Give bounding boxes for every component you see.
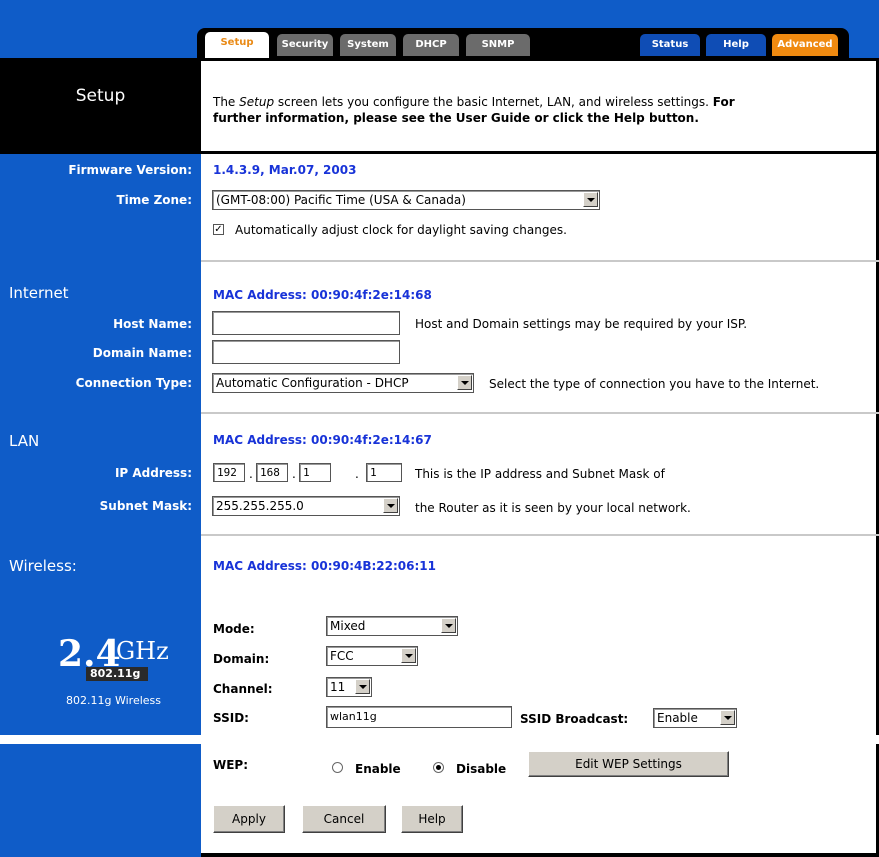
tab-dhcp[interactable]: DHCP xyxy=(403,34,459,56)
wireless-logo: 2.4 GHz 802.11g 802.11g Wireless xyxy=(58,634,188,707)
connection-type-select[interactable]: Automatic Configuration - DHCP xyxy=(212,373,474,393)
subnet-mask-value: 255.255.255.0 xyxy=(216,499,304,513)
wep-enable-label: Enable xyxy=(355,762,401,776)
dst-label: Automatically adjust clock for daylight … xyxy=(235,223,567,237)
wep-disable-radio[interactable] xyxy=(433,762,444,773)
host-note: Host and Domain settings may be required… xyxy=(415,317,748,331)
ssid-label: SSID: xyxy=(213,711,249,725)
channel-select[interactable]: 11 xyxy=(326,677,372,697)
ip-octet-1[interactable]: 192 xyxy=(213,463,245,482)
lan-mac: MAC Address: 00:90:4f:2e:14:67 xyxy=(213,433,432,447)
dst-checkbox[interactable]: ✓ xyxy=(213,224,224,235)
wep-disable-label: Disable xyxy=(456,762,507,776)
wep-label: WEP: xyxy=(213,758,249,772)
left-sidebar-bottom xyxy=(0,744,201,857)
domain-select[interactable]: FCC xyxy=(326,646,418,666)
timezone-value: (GMT-08:00) Pacific Time (USA & Canada) xyxy=(216,193,466,207)
connection-note: Select the type of connection you have t… xyxy=(489,377,820,391)
tab-status[interactable]: Status xyxy=(640,34,700,56)
gap-band xyxy=(0,735,879,744)
lan-section-title: LAN xyxy=(9,432,40,450)
ip-octet-4[interactable]: 1 xyxy=(366,463,402,482)
intro-bottom-line xyxy=(0,151,879,154)
firmware-value: 1.4.3.9, Mar.07, 2003 xyxy=(213,163,357,177)
chevron-down-icon xyxy=(383,498,398,513)
wep-enable-radio[interactable] xyxy=(332,762,343,773)
intro-pre: The xyxy=(213,95,240,109)
tab-snmp[interactable]: SNMP xyxy=(466,34,530,56)
logo-badge: 802.11g xyxy=(86,667,149,681)
internet-mac: MAC Address: 00:90:4f:2e:14:68 xyxy=(213,288,432,302)
tab-security[interactable]: Security xyxy=(277,34,333,56)
chevron-down-icon xyxy=(441,618,456,633)
ip-octet-3[interactable]: 1 xyxy=(299,463,331,482)
mode-select[interactable]: Mixed xyxy=(326,616,458,636)
mode-value: Mixed xyxy=(330,619,366,633)
chevron-down-icon xyxy=(720,710,735,725)
tab-system[interactable]: System xyxy=(340,34,396,56)
domain-value: FCC xyxy=(330,649,354,663)
apply-button[interactable]: Apply xyxy=(213,805,285,833)
help-button[interactable]: Help xyxy=(401,805,463,833)
ssid-broadcast-label: SSID Broadcast: xyxy=(520,712,629,726)
ip-dot: . xyxy=(292,467,296,481)
cancel-button[interactable]: Cancel xyxy=(302,805,386,833)
divider xyxy=(201,412,879,414)
mode-label: Mode: xyxy=(213,622,255,636)
page-title: Setup xyxy=(75,86,126,106)
channel-label: Channel: xyxy=(213,682,273,696)
timezone-label: Time Zone: xyxy=(116,193,192,207)
ip-note: This is the IP address and Subnet Mask o… xyxy=(415,467,665,481)
mask-note: the Router as it is seen by your local n… xyxy=(415,501,691,515)
chevron-down-icon xyxy=(457,375,472,390)
connection-type-label: Connection Type: xyxy=(75,376,192,390)
chevron-down-icon xyxy=(401,648,416,663)
chevron-down-icon xyxy=(355,679,370,694)
subnet-mask-select[interactable]: 255.255.255.0 xyxy=(212,496,400,516)
top-black-line xyxy=(201,58,879,61)
logo-ghz: GHz xyxy=(116,637,169,665)
tab-help[interactable]: Help xyxy=(706,34,766,56)
domain-label: Domain: xyxy=(213,652,270,666)
intro-text: The Setup screen lets you configure the … xyxy=(213,94,735,126)
firmware-label: Firmware Version: xyxy=(68,163,192,177)
host-name-label: Host Name: xyxy=(113,317,192,331)
ssid-broadcast-select[interactable]: Enable xyxy=(653,708,737,728)
edit-wep-settings-button[interactable]: Edit WEP Settings xyxy=(528,751,729,777)
timezone-select[interactable]: (GMT-08:00) Pacific Time (USA & Canada) xyxy=(212,190,600,210)
tab-advanced[interactable]: Advanced xyxy=(772,34,838,56)
tab-setup[interactable]: Setup xyxy=(205,32,269,58)
logo-caption: 802.11g Wireless xyxy=(66,694,161,707)
domain-name-input[interactable] xyxy=(212,340,400,364)
ssid-input[interactable]: wlan11g xyxy=(326,706,512,728)
chevron-down-icon xyxy=(583,192,598,207)
domain-name-label: Domain Name: xyxy=(92,346,192,360)
bottom-black-line xyxy=(201,853,879,857)
intro-bold1: For xyxy=(712,95,735,109)
intro-mid: screen lets you configure the basic Inte… xyxy=(274,95,713,109)
host-name-input[interactable] xyxy=(212,311,400,335)
intro-bold2: further information, please see the User… xyxy=(213,111,699,125)
internet-section-title: Internet xyxy=(9,284,69,302)
ip-octet-2[interactable]: 168 xyxy=(256,463,288,482)
intro-em: Setup xyxy=(239,95,275,109)
ssid-broadcast-value: Enable xyxy=(657,711,698,725)
ip-address-label: IP Address: xyxy=(114,466,192,480)
wireless-mac: MAC Address: 00:90:4B:22:06:11 xyxy=(213,559,436,573)
wireless-section-title: Wireless: xyxy=(9,557,77,575)
divider xyxy=(201,260,879,262)
subnet-mask-label: Subnet Mask: xyxy=(99,499,192,513)
ip-dot: . xyxy=(355,467,359,481)
ip-dot: . xyxy=(249,467,253,481)
connection-type-value: Automatic Configuration - DHCP xyxy=(216,376,409,390)
channel-value: 11 xyxy=(330,680,346,694)
divider xyxy=(201,534,879,536)
